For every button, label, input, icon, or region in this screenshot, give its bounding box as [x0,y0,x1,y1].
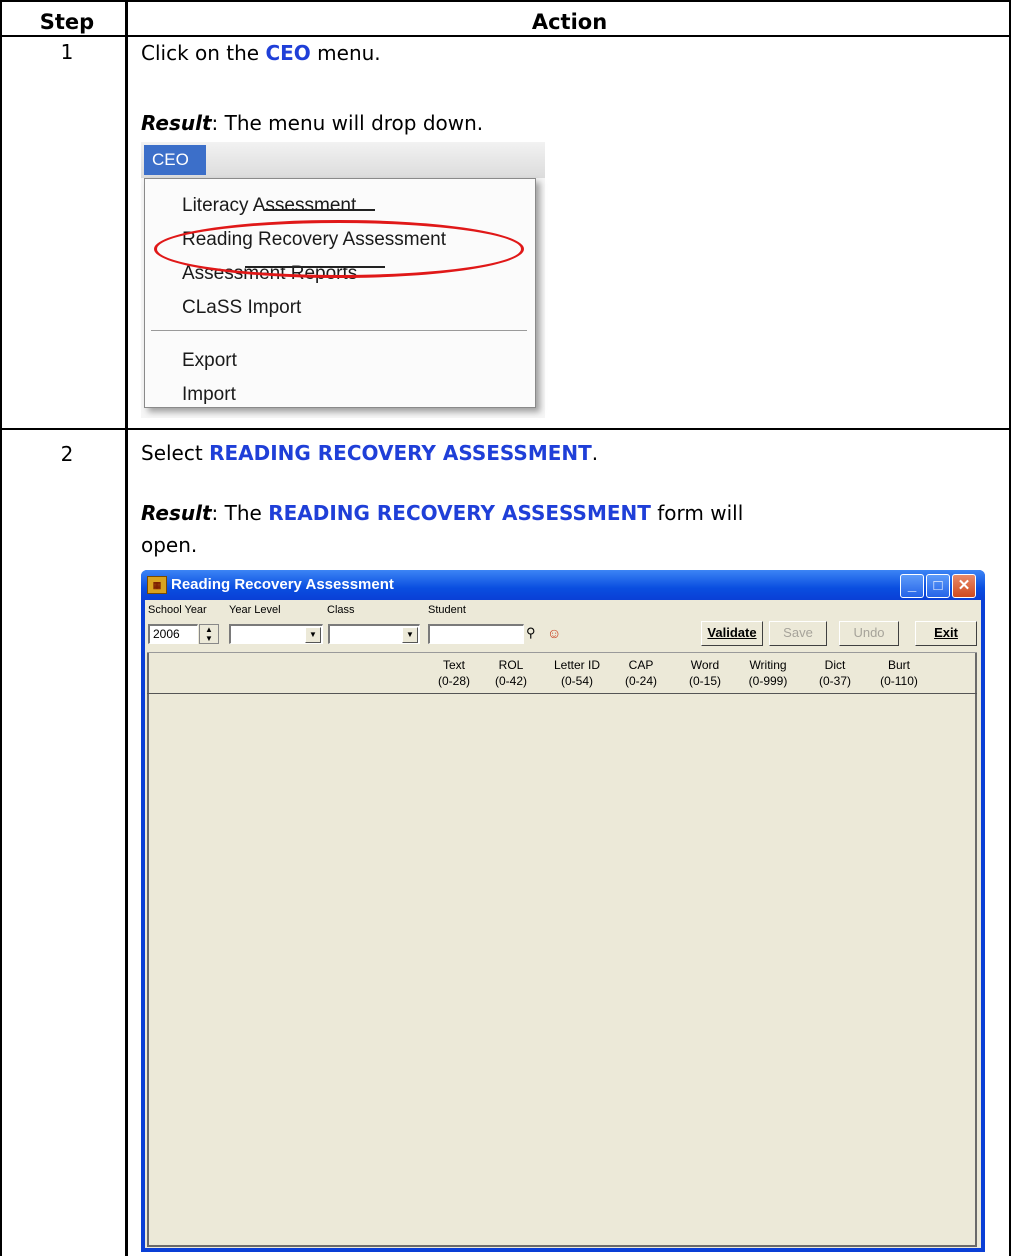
menu-item-class-import[interactable]: CLaSS Import [182,297,301,319]
step-1-number: 1 [60,40,74,64]
menu-item-literacy-assessment[interactable]: Literacy Assessment [182,195,356,217]
app-icon: ▦ [147,576,167,594]
class-select[interactable]: ▼ [328,624,420,644]
window-titlebar[interactable]: ▦ Reading Recovery Assessment _ □ ✕ [141,570,985,600]
window-body: School Year Year Level Class Student 200… [145,600,981,1248]
window-title: Reading Recovery Assessment [171,576,394,593]
year-level-select[interactable]: ▼ [229,624,323,644]
highlight-circle [154,220,524,278]
step-2-result: Result: The READING RECOVERY ASSESSMENT … [141,501,744,525]
step-2-result-keyword: READING RECOVERY ASSESSMENT [268,501,651,525]
table-column-divider [125,0,128,1256]
binoculars-icon[interactable]: ⚲ [526,624,544,642]
step-1-keyword: CEO [265,41,311,65]
step-2-number: 2 [60,442,74,466]
ceo-dropdown: Literacy Assessment Reading Recovery Ass… [144,178,536,408]
step-2-result-cont: open. [141,533,198,557]
table-row-divider [0,428,1011,430]
label-school-year: School Year [148,604,207,616]
menu-ceo[interactable]: CEO [144,145,206,175]
school-year-spinner[interactable]: ▲ ▼ [199,624,219,644]
step-1-instruction: Click on the CEO menu. [141,41,381,65]
column-header[interactable]: Burt (0-110) [871,657,927,689]
header-action: Action [531,10,608,34]
minimize-icon[interactable]: _ [900,574,924,598]
table-border-left [0,0,2,1256]
undo-button[interactable]: Undo [839,621,899,646]
table-border-top [0,0,1011,2]
column-header[interactable]: Writing (0-999) [739,657,797,689]
label-student: Student [428,604,466,616]
table-header-divider [0,35,1011,37]
close-icon[interactable]: ✕ [952,574,976,598]
step-2-instruction: Select READING RECOVERY ASSESSMENT. [141,441,599,465]
school-year-field[interactable]: 2006 [148,624,198,644]
validate-button[interactable]: Validate [701,621,763,646]
menu-item-export[interactable]: Export [182,350,237,372]
ceo-menu-screenshot: CEO Literacy Assessment Reading Recovery… [141,142,545,418]
grid-edge [975,653,977,1247]
exit-button[interactable]: Exit [915,621,977,646]
assessment-grid[interactable]: Text (0-28) ROL (0-42) Letter ID (0-54) CAP… [147,652,977,1247]
header-step: Step [39,10,95,34]
step-1-result: Result: The menu will drop down. [141,111,484,135]
column-header[interactable]: Dict (0-37) [811,657,859,689]
save-button[interactable]: Save [769,621,827,646]
maximize-icon[interactable]: □ [926,574,950,598]
label-year-level: Year Level [229,604,281,616]
header-divider [147,693,977,694]
strike-mark [265,209,375,211]
chevron-down-icon[interactable]: ▼ [402,627,418,643]
menu-item-import[interactable]: Import [182,384,236,406]
grid-edge [147,1245,977,1247]
column-header[interactable]: ROL (0-42) [487,657,535,689]
reading-recovery-window: ▦ Reading Recovery Assessment _ □ ✕ Scho… [141,570,985,1252]
grid-edge [147,653,149,1247]
people-icon[interactable]: ☺ [547,624,567,642]
column-header[interactable]: Word (0-15) [681,657,729,689]
label-class: Class [327,604,355,616]
menu-bar: CEO [141,142,545,178]
student-field[interactable] [428,624,524,644]
menu-separator [151,330,527,331]
chevron-down-icon[interactable]: ▼ [305,627,321,643]
step-2-keyword: READING RECOVERY ASSESSMENT [209,441,592,465]
instruction-table: Step Action 1 Click on the CEO menu. Res… [0,0,1011,1256]
column-header[interactable]: CAP (0-24) [617,657,665,689]
column-header[interactable]: Text (0-28) [433,657,475,689]
column-header[interactable]: Letter ID (0-54) [549,657,605,689]
